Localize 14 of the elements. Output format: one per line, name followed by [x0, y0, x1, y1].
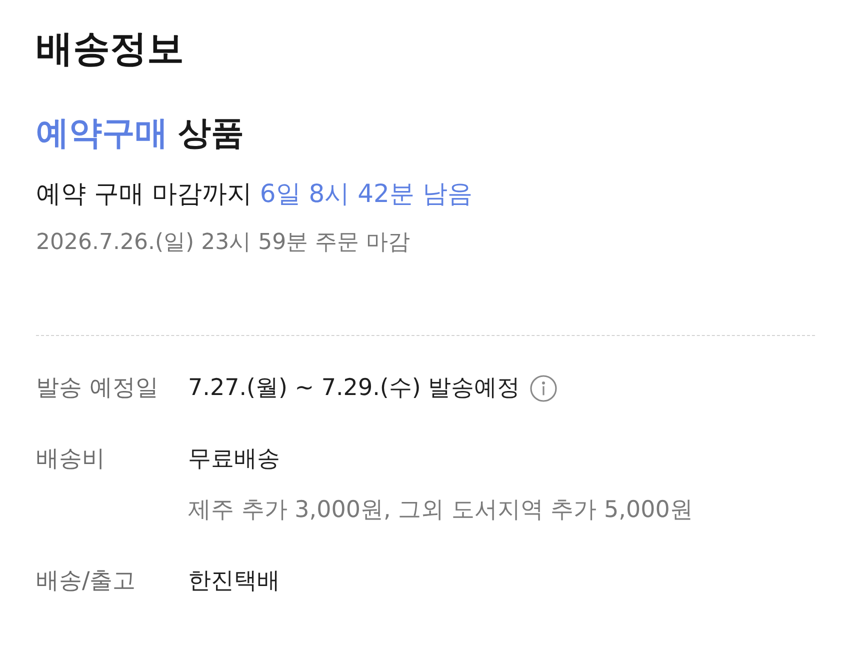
row-value: 한진택배 [188, 567, 280, 596]
row-value: 7.27.(월) ~ 7.29.(수) 발송예정 [188, 374, 520, 403]
order-cutoff-text: 2026.7.26.(일) 23시 59분 주문 마감 [36, 229, 412, 257]
section-title: 배송정보 [36, 26, 185, 72]
deadline-text: 예약 구매 마감까지 [36, 178, 252, 210]
shipping-fee-note: 제주 추가 3,000원, 그외 도서지역 추가 5,000원 [188, 496, 694, 525]
product-label: 상품 [178, 112, 244, 154]
preorder-label: 예약구매 [36, 112, 168, 154]
time-remaining: 6일 8시 42분 남음 [260, 178, 472, 210]
row-label: 발송 예정일 [36, 374, 160, 403]
row-label: 배송비 [36, 445, 106, 474]
row-label: 배송/출고 [36, 567, 137, 596]
row-value: 무료배송 [188, 445, 280, 474]
info-icon[interactable] [530, 374, 558, 402]
